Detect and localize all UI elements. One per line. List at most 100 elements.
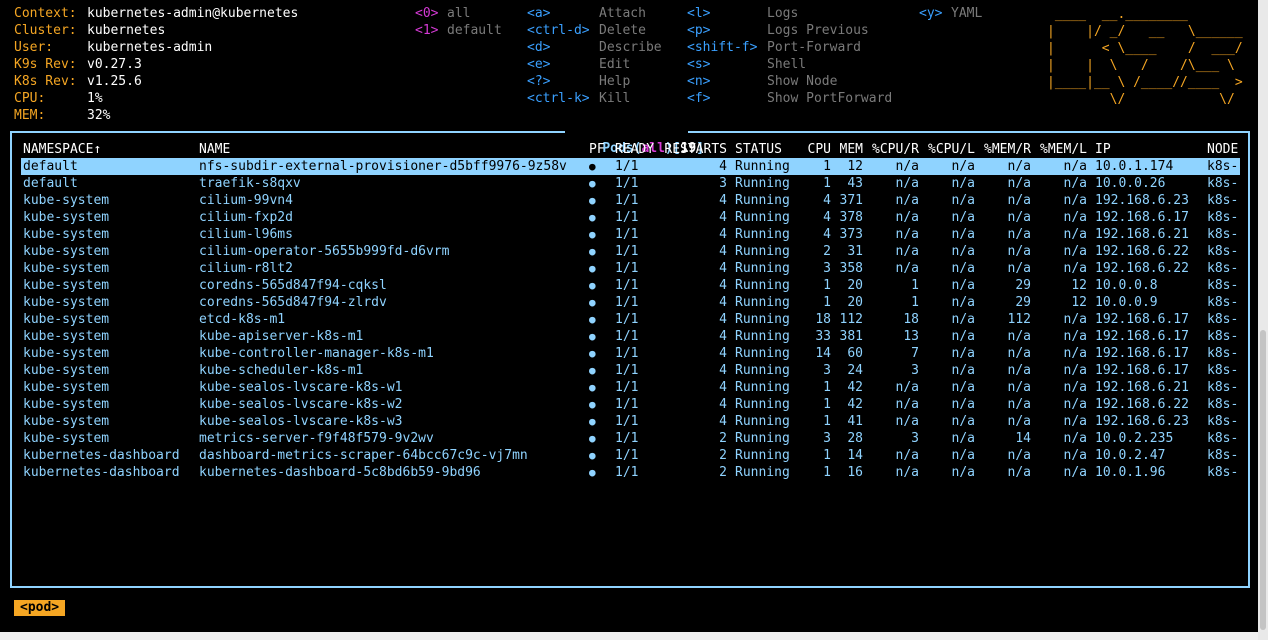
hotkey-label[interactable]: Edit (599, 56, 630, 73)
cell-cpu-l: n/a (951, 346, 975, 361)
column-header-namespace[interactable]: NAMESPACE↑ (23, 141, 193, 158)
cell-name: kube-sealos-lvscare-k8s-w2 (199, 397, 403, 412)
table-row[interactable]: kubernetes-dashboard dashboard-metrics-sc… (0, 447, 1250, 464)
column-header-restarts[interactable]: RESTARTS (663, 141, 727, 158)
cell-cpu-l: n/a (951, 193, 975, 208)
cell-status: Running (735, 312, 790, 327)
hotkey-label[interactable]: Show Node (767, 73, 837, 90)
logo-line: \/ \/ (1047, 92, 1251, 106)
cell-cpu-r: 3 (911, 363, 919, 378)
cell-cpu-l: n/a (951, 159, 975, 174)
hotkey-key[interactable]: <p> (687, 22, 710, 39)
cell-cpu-r: 18 (903, 312, 919, 327)
logo-line: | | \ / /\___ \ (1047, 58, 1251, 73)
table-row[interactable]: kube-system kube-sealos-lvscare-k8s-w2 ● 1/… (0, 396, 1250, 413)
cell-name: cilium-r8lt2 (199, 261, 293, 276)
hotkey-label[interactable]: Logs (767, 5, 798, 22)
column-header-ready[interactable]: READY (615, 141, 655, 158)
hotkey-key[interactable]: <n> (687, 73, 710, 90)
cell-pf: ● (589, 262, 596, 275)
cell-mem-r: n/a (1007, 397, 1031, 412)
hotkey-key[interactable]: <s> (687, 56, 710, 73)
cell-ip: 10.0.0.8 (1095, 278, 1158, 293)
hotkey-key[interactable]: <y> (919, 5, 942, 22)
column-header-name[interactable]: NAME (199, 141, 584, 158)
hotkey-label[interactable]: Attach (599, 5, 646, 22)
hotkey-label[interactable]: Logs Previous (767, 22, 869, 39)
hotkey-key[interactable]: <?> (527, 73, 550, 90)
hotkey-label[interactable]: Help (599, 73, 630, 90)
table-row[interactable]: default nfs-subdir-external-provisioner-d… (0, 158, 1250, 175)
cell-name: traefik-s8qxv (199, 176, 301, 191)
column-header-status[interactable]: STATUS (735, 141, 799, 158)
hotkey-key[interactable]: <a> (527, 5, 550, 22)
column-header-cpu[interactable]: CPU (800, 141, 831, 158)
hotkey-key[interactable]: <shift-f> (687, 39, 757, 56)
cell-cpu-l: n/a (951, 295, 975, 310)
cell-mem-r: n/a (1007, 227, 1031, 242)
table-row[interactable]: kube-system coredns-565d847f94-cqksl ● 1/1 4… (0, 277, 1250, 294)
cell-mem-l: n/a (1063, 176, 1087, 191)
cell-status: Running (735, 227, 790, 242)
cell-mem-l: n/a (1063, 210, 1087, 225)
cell-restarts: 4 (719, 363, 727, 378)
cell-node: k8s- (1207, 227, 1239, 242)
cell-restarts: 2 (719, 465, 727, 480)
namespace-shortcut-key[interactable]: <1> (415, 22, 438, 39)
cell-restarts: 4 (719, 193, 727, 208)
cell-mem-r: n/a (1007, 193, 1031, 208)
hotkey-key[interactable]: <e> (527, 56, 550, 73)
hotkey-label[interactable]: Kill (599, 90, 630, 107)
hotkey-label[interactable]: Delete (599, 22, 646, 39)
column-header-mem[interactable]: MEM (834, 141, 863, 158)
table-row[interactable]: kube-system kube-scheduler-k8s-m1 ● 1/1 4 Run… (0, 362, 1250, 379)
table-row[interactable]: kube-system kube-apiserver-k8s-m1 ● 1/1 4 Run… (0, 328, 1250, 345)
table-row[interactable]: kube-system cilium-fxp2d ● 1/1 4 Running 4 378 n… (0, 209, 1250, 226)
table-row[interactable]: kube-system kube-sealos-lvscare-k8s-w3 ● 1/… (0, 413, 1250, 430)
cell-node: k8s- (1207, 261, 1239, 276)
column-header-cpu-l[interactable]: %CPU/L (924, 141, 975, 158)
cell-ip: 192.168.6.17 (1095, 210, 1189, 225)
hotkey-key[interactable]: <f> (687, 90, 710, 107)
table-row[interactable]: kube-system cilium-99vn4 ● 1/1 4 Running 4 371 n… (0, 192, 1250, 209)
window-scrollbar[interactable] (1258, 0, 1268, 640)
hotkey-label[interactable]: Show PortForward (767, 90, 892, 107)
table-row[interactable]: kube-system kube-sealos-lvscare-k8s-w1 ● 1/… (0, 379, 1250, 396)
hotkey-key[interactable]: <l> (687, 5, 710, 22)
table-row[interactable]: default traefik-s8qxv ● 1/1 3 Running 1 43 n/a n/… (0, 175, 1250, 192)
column-header-mem-r[interactable]: %MEM/R (980, 141, 1031, 158)
table-row[interactable]: kube-system etcd-k8s-m1 ● 1/1 4 Running 18 112 1… (0, 311, 1250, 328)
hotkey-label[interactable]: Port-Forward (767, 39, 861, 56)
cell-mem-l: n/a (1063, 193, 1087, 208)
cell-pf: ● (589, 432, 596, 445)
column-header-mem-l[interactable]: %MEM/L (1036, 141, 1087, 158)
table-row[interactable]: kubernetes-dashboard kubernetes-dashboard… (0, 464, 1250, 481)
hotkey-label[interactable]: YAML (951, 5, 982, 22)
table-row[interactable]: kube-system kube-controller-manager-k8s-m… (0, 345, 1250, 362)
cell-node: k8s- (1207, 210, 1239, 225)
hotkey-key[interactable]: <d> (527, 39, 550, 56)
hotkey-key[interactable]: <ctrl-k> (527, 90, 590, 107)
info-label: User: (14, 40, 54, 55)
cell-mem: 43 (847, 176, 863, 191)
cell-ready: 1/1 (615, 159, 639, 174)
namespace-shortcut-label[interactable]: default (447, 22, 502, 39)
column-header-node[interactable]: NODE (1207, 141, 1240, 158)
column-header-cpu-r[interactable]: %CPU/R (868, 141, 919, 158)
column-header-pf[interactable]: PF (589, 141, 607, 158)
hotkey-label[interactable]: Shell (767, 56, 806, 73)
breadcrumb[interactable]: <pod> (14, 600, 66, 616)
scrollbar-thumb[interactable] (1260, 330, 1266, 630)
column-header-ip[interactable]: IP (1095, 141, 1200, 158)
namespace-shortcut-label[interactable]: all (447, 5, 470, 22)
table-row[interactable]: kube-system cilium-r8lt2 ● 1/1 4 Running 3 358 n… (0, 260, 1250, 277)
cell-node: k8s- (1207, 176, 1239, 191)
namespace-shortcut-key[interactable]: <0> (415, 5, 438, 22)
hotkey-label[interactable]: Describe (599, 39, 662, 56)
table-row[interactable]: kube-system coredns-565d847f94-zlrdv ● 1/1 4… (0, 294, 1250, 311)
hotkey-key[interactable]: <ctrl-d> (527, 22, 590, 39)
table-row[interactable]: kube-system cilium-operator-5655b999fd-d6… (0, 243, 1250, 260)
table-row[interactable]: kube-system cilium-l96ms ● 1/1 4 Running 4 373 n… (0, 226, 1250, 243)
table-row[interactable]: kube-system metrics-server-f9f48f579-9v2w… (0, 430, 1250, 447)
cell-status: Running (735, 210, 790, 225)
